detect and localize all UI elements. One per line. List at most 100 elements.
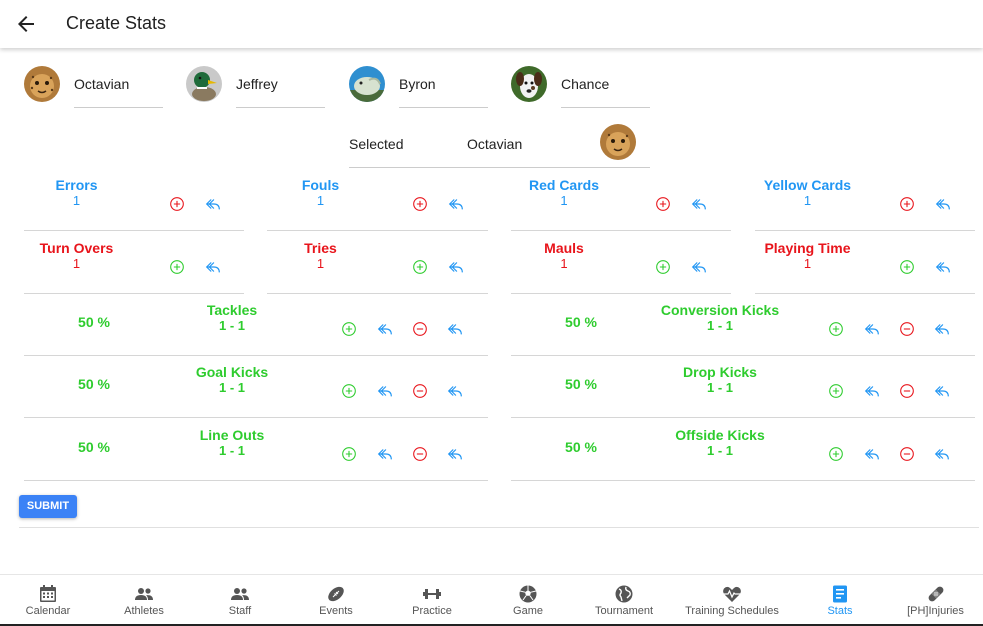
stat-percent: 50 % bbox=[78, 439, 110, 455]
add-circle-icon[interactable] bbox=[827, 382, 845, 400]
add-circle-icon[interactable] bbox=[898, 258, 916, 276]
stat-value: 1 bbox=[316, 193, 325, 208]
submit-button[interactable]: SUBMIT bbox=[19, 495, 77, 518]
stat-fouls: Fouls 1 bbox=[267, 169, 488, 231]
stat-percent: 50 % bbox=[565, 376, 597, 392]
undo-icon[interactable] bbox=[376, 445, 394, 463]
app-bar: Create Stats bbox=[0, 0, 983, 48]
undo-icon[interactable] bbox=[934, 195, 952, 213]
stat-value: 1 bbox=[803, 256, 812, 271]
nav-label: Practice bbox=[412, 605, 452, 617]
athlete-item-octavian[interactable]: Octavian bbox=[24, 66, 164, 110]
divider bbox=[24, 417, 488, 418]
undo-icon[interactable] bbox=[933, 382, 951, 400]
undo-icon[interactable] bbox=[863, 445, 881, 463]
divider bbox=[24, 480, 488, 481]
athlete-name: Jeffrey bbox=[236, 76, 278, 92]
stat-name: Playing Time bbox=[764, 240, 851, 256]
add-circle-icon[interactable] bbox=[168, 195, 186, 213]
athlete-name: Byron bbox=[399, 76, 436, 92]
nav-item-practice[interactable]: Practice bbox=[384, 575, 480, 625]
undo-icon[interactable] bbox=[690, 195, 708, 213]
stat-name: Drop Kicks bbox=[683, 364, 757, 380]
stat-name: Offside Kicks bbox=[675, 427, 765, 443]
remove-circle-icon[interactable] bbox=[898, 320, 916, 338]
stat-value: 1 bbox=[72, 193, 81, 208]
add-circle-icon[interactable] bbox=[827, 320, 845, 338]
globe-icon bbox=[614, 584, 634, 604]
undo-icon[interactable] bbox=[690, 258, 708, 276]
stat-drop-kicks: 50 % Drop Kicks 1 - 1 bbox=[511, 356, 975, 418]
undo-icon[interactable] bbox=[447, 258, 465, 276]
nav-item-staff[interactable]: Staff bbox=[192, 575, 288, 625]
add-circle-icon[interactable] bbox=[654, 195, 672, 213]
undo-icon[interactable] bbox=[446, 320, 464, 338]
soccer-ball-icon bbox=[518, 584, 538, 604]
athlete-name: Octavian bbox=[74, 76, 130, 92]
underline bbox=[236, 107, 325, 108]
nav-item-training-schedules[interactable]: Training Schedules bbox=[672, 575, 792, 625]
remove-circle-icon[interactable] bbox=[411, 320, 429, 338]
back-arrow-icon[interactable] bbox=[14, 12, 38, 36]
divider bbox=[511, 480, 975, 481]
stat-name: Fouls bbox=[301, 177, 340, 193]
undo-icon[interactable] bbox=[863, 382, 881, 400]
remove-circle-icon[interactable] bbox=[898, 445, 916, 463]
stat-conversion-kicks: 50 % Conversion Kicks 1 - 1 bbox=[511, 294, 975, 356]
add-circle-icon[interactable] bbox=[340, 320, 358, 338]
athlete-item-byron[interactable]: Byron bbox=[349, 66, 489, 110]
nav-item-calendar[interactable]: Calendar bbox=[0, 575, 96, 625]
add-circle-icon[interactable] bbox=[898, 195, 916, 213]
athlete-item-jeffrey[interactable]: Jeffrey bbox=[186, 66, 326, 110]
nav-item-injuries[interactable]: [PH]Injuries bbox=[888, 575, 983, 625]
stat-value: 1 bbox=[72, 256, 81, 271]
selected-athlete[interactable]: Selected Octavian bbox=[349, 124, 650, 170]
nav-item-tournament[interactable]: Tournament bbox=[576, 575, 672, 625]
add-circle-icon[interactable] bbox=[654, 258, 672, 276]
stat-percent: 50 % bbox=[78, 376, 110, 392]
page-title: Create Stats bbox=[66, 13, 167, 33]
stat-name: Errors bbox=[55, 177, 98, 193]
stat-line-outs: 50 % Line Outs 1 - 1 bbox=[24, 419, 488, 481]
add-circle-icon[interactable] bbox=[340, 382, 358, 400]
stat-errors: Errors 1 bbox=[24, 169, 244, 231]
football-icon bbox=[326, 584, 346, 604]
undo-icon[interactable] bbox=[376, 382, 394, 400]
add-circle-icon[interactable] bbox=[168, 258, 186, 276]
remove-circle-icon[interactable] bbox=[411, 445, 429, 463]
stat-percent: 50 % bbox=[565, 439, 597, 455]
nav-label: Tournament bbox=[594, 605, 654, 617]
underline bbox=[561, 107, 650, 108]
nav-item-events[interactable]: Events bbox=[288, 575, 384, 625]
nav-label: Stats bbox=[827, 605, 853, 617]
stat-mauls: Mauls 1 bbox=[511, 232, 731, 294]
nav-item-stats[interactable]: Stats bbox=[792, 575, 888, 625]
add-circle-icon[interactable] bbox=[827, 445, 845, 463]
undo-icon[interactable] bbox=[447, 195, 465, 213]
add-circle-icon[interactable] bbox=[411, 195, 429, 213]
stat-red-cards: Red Cards 1 bbox=[511, 169, 731, 231]
undo-icon[interactable] bbox=[204, 258, 222, 276]
athlete-item-chance[interactable]: Chance bbox=[511, 66, 651, 110]
stat-value: 1 - 1 bbox=[706, 318, 733, 333]
nav-item-game[interactable]: Game bbox=[480, 575, 576, 625]
stat-yellow-cards: Yellow Cards 1 bbox=[755, 169, 975, 231]
divider bbox=[267, 230, 488, 231]
undo-icon[interactable] bbox=[204, 195, 222, 213]
undo-icon[interactable] bbox=[446, 382, 464, 400]
nav-item-athletes[interactable]: Athletes bbox=[96, 575, 192, 625]
nav-label: Athletes bbox=[124, 605, 164, 617]
stat-name: Yellow Cards bbox=[763, 177, 852, 193]
undo-icon[interactable] bbox=[933, 445, 951, 463]
undo-icon[interactable] bbox=[376, 320, 394, 338]
undo-icon[interactable] bbox=[863, 320, 881, 338]
bottom-navigation: Calendar Athletes Staff Events Practice … bbox=[0, 574, 983, 626]
undo-icon[interactable] bbox=[446, 445, 464, 463]
stat-name: Goal Kicks bbox=[195, 364, 269, 380]
undo-icon[interactable] bbox=[934, 258, 952, 276]
remove-circle-icon[interactable] bbox=[898, 382, 916, 400]
undo-icon[interactable] bbox=[933, 320, 951, 338]
remove-circle-icon[interactable] bbox=[411, 382, 429, 400]
add-circle-icon[interactable] bbox=[411, 258, 429, 276]
add-circle-icon[interactable] bbox=[340, 445, 358, 463]
